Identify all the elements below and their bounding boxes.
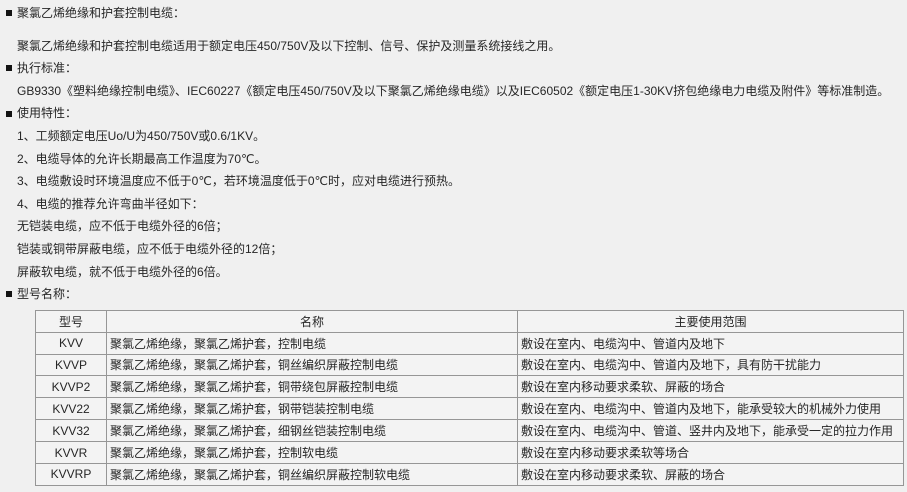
cell-model: KVVR <box>36 442 107 464</box>
paragraph-armored: 铠装或铜带屏蔽电缆，应不低于电缆外径的12倍； <box>0 238 907 261</box>
cell-name: 聚氯乙烯绝缘，聚氯乙烯护套，钢带铠装控制电缆 <box>107 398 518 420</box>
list-item-voltage: 1、工频额定电压Uo/U为450/750V或0.6/1KV。 <box>0 125 907 148</box>
cell-name: 聚氯乙烯绝缘，聚氯乙烯护套，铜丝编织屏蔽控制电缆 <box>107 354 518 376</box>
cell-usage: 敷设在室内、电缆沟中、管道内及地下，能承受较大的机械外力使用 <box>518 398 904 420</box>
cell-usage: 敷设在室内移动要求柔软等场合 <box>518 442 904 464</box>
bullet-square-icon <box>6 65 12 71</box>
cell-model: KVV22 <box>36 398 107 420</box>
table-row: KVVP2 聚氯乙烯绝缘，聚氯乙烯护套，铜带绕包屏蔽控制电缆 敷设在室内移动要求… <box>36 376 904 398</box>
paragraph-text: 屏蔽软电缆，就不低于电缆外径的6倍。 <box>17 265 228 279</box>
cell-model: KVV <box>36 332 107 354</box>
section-heading-label: 型号名称： <box>17 287 77 301</box>
bullet-square-icon <box>6 111 12 117</box>
section-heading-characteristics: 使用特性： <box>0 102 907 125</box>
list-item-text: 1、工频额定电压Uo/U为450/750V或0.6/1KV。 <box>17 129 265 143</box>
column-header-name: 名称 <box>107 310 518 332</box>
list-item-temperature: 2、电缆导体的允许长期最高工作温度为70℃。 <box>0 148 907 171</box>
section-heading-standards: 执行标准： <box>0 57 907 80</box>
list-item-text: 3、电缆敷设时环境温度应不低于0℃，若环境温度低于0℃时，应对电缆进行预热。 <box>17 174 460 188</box>
table-header-row: 型号 名称 主要使用范围 <box>36 310 904 332</box>
list-item-text: 4、电缆的推荐允许弯曲半径如下： <box>17 197 204 211</box>
table-row: KVVRP 聚氯乙烯绝缘，聚氯乙烯护套，铜丝编织屏蔽控制软电缆 敷设在室内移动要… <box>36 463 904 485</box>
table-row: KVV32 聚氯乙烯绝缘，聚氯乙烯护套，细钢丝铠装控制电缆 敷设在室内、电缆沟中… <box>36 420 904 442</box>
cell-model: KVVP2 <box>36 376 107 398</box>
paragraph-shielded-flexible: 屏蔽软电缆，就不低于电缆外径的6倍。 <box>0 261 907 284</box>
table-row: KVV22 聚氯乙烯绝缘，聚氯乙烯护套，钢带铠装控制电缆 敷设在室内、电缆沟中、… <box>36 398 904 420</box>
cell-name: 聚氯乙烯绝缘，聚氯乙烯护套，细钢丝铠装控制电缆 <box>107 420 518 442</box>
paragraph-product-usage: 聚氯乙烯绝缘和护套控制电缆适用于额定电压450/750V及以下控制、信号、保护及… <box>0 35 907 58</box>
list-item-laying-temperature: 3、电缆敷设时环境温度应不低于0℃，若环境温度低于0℃时，应对电缆进行预热。 <box>0 170 907 193</box>
cable-model-table: 型号 名称 主要使用范围 KVV 聚氯乙烯绝缘，聚氯乙烯护套，控制电缆 敷设在室… <box>35 310 904 486</box>
list-item-text: 2、电缆导体的允许长期最高工作温度为70℃。 <box>17 152 267 166</box>
document-body: 聚氯乙烯绝缘和护套控制电缆： 聚氯乙烯绝缘和护套控制电缆适用于额定电压450/7… <box>0 2 907 486</box>
column-header-model: 型号 <box>36 310 107 332</box>
section-heading-label: 聚氯乙烯绝缘和护套控制电缆： <box>17 6 185 20</box>
cell-name: 聚氯乙烯绝缘，聚氯乙烯护套，铜丝编织屏蔽控制软电缆 <box>107 463 518 485</box>
cell-model: KVVRP <box>36 463 107 485</box>
section-heading-model-names: 型号名称： <box>0 283 907 306</box>
list-item-bending-radius: 4、电缆的推荐允许弯曲半径如下： <box>0 193 907 216</box>
section-heading-product: 聚氯乙烯绝缘和护套控制电缆： <box>0 2 907 25</box>
cell-name: 聚氯乙烯绝缘，聚氯乙烯护套，控制电缆 <box>107 332 518 354</box>
cell-usage: 敷设在室内、电缆沟中、管道、竖井内及地下，能承受一定的拉力作用 <box>518 420 904 442</box>
section-heading-label: 执行标准： <box>17 61 77 75</box>
paragraph-text: 无铠装电缆，应不低于电缆外径的6倍； <box>17 219 228 233</box>
cell-name: 聚氯乙烯绝缘，聚氯乙烯护套，铜带绕包屏蔽控制电缆 <box>107 376 518 398</box>
bullet-square-icon <box>6 10 12 16</box>
column-header-usage: 主要使用范围 <box>518 310 904 332</box>
paragraph-text: GB9330《塑料绝缘控制电缆》、IEC60227《额定电压450/750V及以… <box>17 84 889 98</box>
cell-model: KVVP <box>36 354 107 376</box>
cell-name: 聚氯乙烯绝缘，聚氯乙烯护套，控制软电缆 <box>107 442 518 464</box>
paragraph-unarmored: 无铠装电缆，应不低于电缆外径的6倍； <box>0 215 907 238</box>
table-row: KVVP 聚氯乙烯绝缘，聚氯乙烯护套，铜丝编织屏蔽控制电缆 敷设在室内、电缆沟中… <box>36 354 904 376</box>
table-row: KVV 聚氯乙烯绝缘，聚氯乙烯护套，控制电缆 敷设在室内、电缆沟中、管道内及地下 <box>36 332 904 354</box>
paragraph-text: 铠装或铜带屏蔽电缆，应不低于电缆外径的12倍； <box>17 242 282 256</box>
paragraph-standards: GB9330《塑料绝缘控制电缆》、IEC60227《额定电压450/750V及以… <box>0 80 907 103</box>
cell-usage: 敷设在室内、电缆沟中、管道内及地下 <box>518 332 904 354</box>
cell-usage: 敷设在室内、电缆沟中、管道内及地下，具有防干扰能力 <box>518 354 904 376</box>
table-row: KVVR 聚氯乙烯绝缘，聚氯乙烯护套，控制软电缆 敷设在室内移动要求柔软等场合 <box>36 442 904 464</box>
cell-usage: 敷设在室内移动要求柔软、屏蔽的场合 <box>518 463 904 485</box>
product-doc-page: { "colors": { "background": "#f0f0f0", "… <box>0 0 907 492</box>
cell-model: KVV32 <box>36 420 107 442</box>
cell-usage: 敷设在室内移动要求柔软、屏蔽的场合 <box>518 376 904 398</box>
bullet-square-icon <box>6 291 12 297</box>
paragraph-text: 聚氯乙烯绝缘和护套控制电缆适用于额定电压450/750V及以下控制、信号、保护及… <box>17 39 560 53</box>
section-heading-label: 使用特性： <box>17 106 77 120</box>
